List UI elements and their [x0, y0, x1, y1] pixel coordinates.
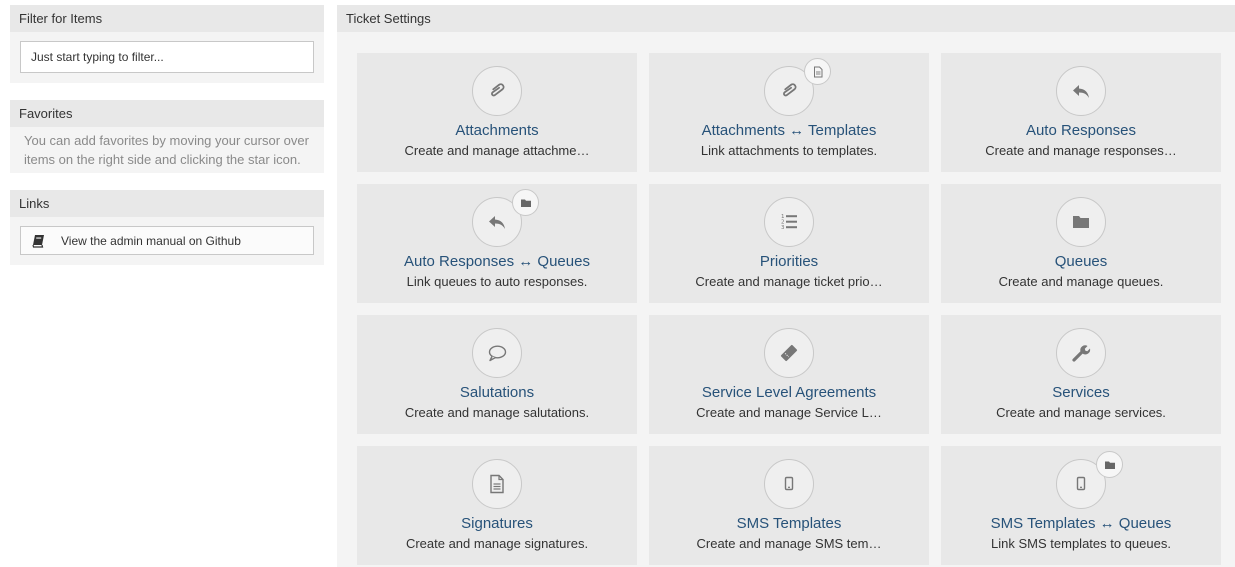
folder-icon [512, 189, 539, 216]
tile-description: Create and manage queues. [998, 274, 1164, 289]
tile-signatures[interactable]: Signatures Create and manage signatures. [357, 446, 637, 565]
tile-description: Create and manage salutations. [404, 405, 590, 420]
admin-manual-link[interactable]: View the admin manual on Github [20, 226, 314, 255]
tile-description: Create and manage signatures. [405, 536, 589, 551]
tile-description: Create and manage SMS tem… [696, 536, 882, 551]
tile-description: Create and manage attachme… [404, 143, 590, 158]
tile-auto-responses-queues[interactable]: Auto Responses ↔ Queues Link queues to a… [357, 184, 637, 303]
tile-description: Link queues to auto responses. [406, 274, 588, 289]
paperclip-icon [472, 66, 522, 116]
tile-title: Priorities [759, 253, 819, 270]
ticket-icon [764, 328, 814, 378]
tile-sms-templates-queues[interactable]: SMS Templates ↔ Queues Link SMS template… [941, 446, 1221, 565]
sidebar: Filter for Items Favorites You can add f… [10, 5, 324, 282]
tile-title: Service Level Agreements [701, 384, 877, 401]
filter-widget-title: Filter for Items [10, 5, 324, 32]
tile-service-level-agreements[interactable]: Service Level Agreements Create and mana… [649, 315, 929, 434]
links-widget-title: Links [10, 190, 324, 217]
document-icon [804, 58, 831, 85]
favorites-widget: Favorites You can add favorites by movin… [10, 100, 324, 173]
tile-queues[interactable]: Queues Create and manage queues. [941, 184, 1221, 303]
tile-sms-templates[interactable]: SMS Templates Create and manage SMS tem… [649, 446, 929, 565]
tile-grid: Attachments Create and manage attachme… … [357, 53, 1221, 565]
tile-services[interactable]: Services Create and manage services. [941, 315, 1221, 434]
filter-input[interactable] [20, 41, 314, 73]
tile-title: SMS Templates [736, 515, 842, 532]
tile-title: Attachments ↔ Templates [701, 122, 877, 139]
tile-description: Create and manage ticket prio… [695, 274, 883, 289]
svg-text:3: 3 [781, 225, 785, 231]
book-icon [32, 234, 46, 248]
tile-description: Link attachments to templates. [700, 143, 878, 158]
filter-widget: Filter for Items [10, 5, 324, 83]
tile-title: Attachments [455, 122, 539, 139]
admin-manual-link-label: View the admin manual on Github [61, 233, 241, 248]
tile-title: Signatures [461, 515, 533, 532]
document-icon [472, 459, 522, 509]
tile-description: Create and manage services. [996, 405, 1166, 420]
tile-title: Auto Responses [1025, 122, 1137, 139]
panel-title: Ticket Settings [337, 5, 1235, 32]
tile-title: Auto Responses ↔ Queues [404, 253, 590, 270]
numbered-list-icon: 123 [764, 197, 814, 247]
mobile-phone-icon [764, 459, 814, 509]
reply-icon [1056, 66, 1106, 116]
tile-title: Services [1052, 384, 1110, 401]
speech-bubble-icon [472, 328, 522, 378]
favorites-hint-text: You can add favorites by moving your cur… [24, 133, 309, 167]
tile-attachments-templates[interactable]: Attachments ↔ Templates Link attachments… [649, 53, 929, 172]
folder-icon [1056, 197, 1106, 247]
favorites-widget-title: Favorites [10, 100, 324, 127]
wrench-icon [1056, 328, 1106, 378]
ticket-settings-panel: Ticket Settings Attachments Create and m… [337, 5, 1235, 567]
tile-salutations[interactable]: Salutations Create and manage salutation… [357, 315, 637, 434]
links-widget: Links View the admin manual on Github [10, 190, 324, 265]
folder-icon [1096, 451, 1123, 478]
tile-description: Link SMS templates to queues. [991, 536, 1171, 551]
tile-title: Salutations [459, 384, 535, 401]
tile-priorities[interactable]: 123 Priorities Create and manage ticket … [649, 184, 929, 303]
tile-auto-responses[interactable]: Auto Responses Create and manage respons… [941, 53, 1221, 172]
tile-description: Create and manage Service L… [696, 405, 882, 420]
tile-title: Queues [1054, 253, 1108, 270]
tile-title: SMS Templates ↔ Queues [990, 515, 1172, 532]
tile-attachments[interactable]: Attachments Create and manage attachme… [357, 53, 637, 172]
tile-description: Create and manage responses… [985, 143, 1177, 158]
